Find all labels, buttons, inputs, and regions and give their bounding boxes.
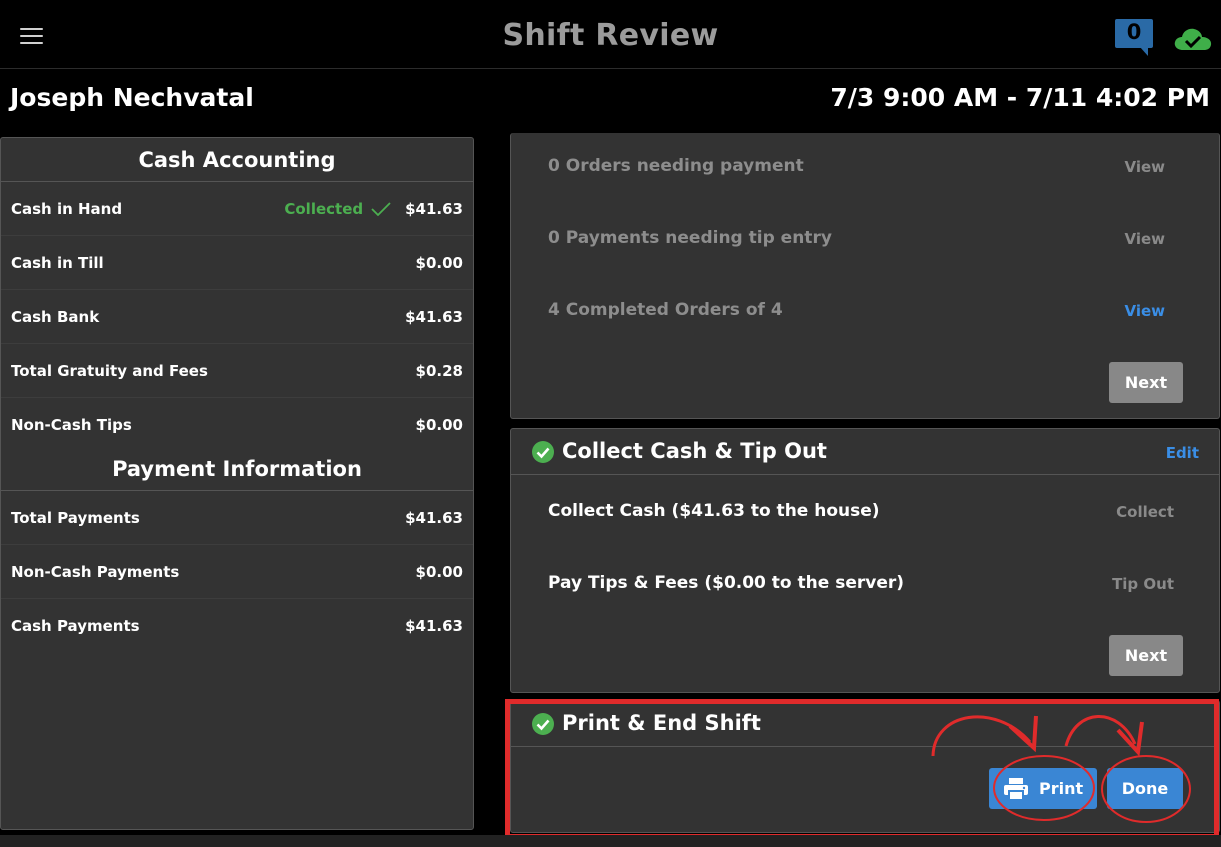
cash-in-hand-row: Cash in Hand Collected $41.63 [1, 182, 473, 236]
card-header: Collect Cash & Tip Out Edit [511, 429, 1219, 475]
view-payments-needing-tip-link[interactable]: View [1124, 230, 1165, 248]
check-icon [371, 201, 391, 216]
top-bar: Shift Review 0 [0, 0, 1221, 69]
completed-orders: 4 Completed Orders of 4 [548, 300, 783, 320]
end-shift-card: Print & End Shift Print Done [510, 700, 1220, 833]
tip-out-link[interactable]: Tip Out [1112, 575, 1174, 593]
pay-tips-item: Pay Tips & Fees ($0.00 to the server) [548, 573, 905, 593]
check-circle-icon [532, 441, 554, 463]
non-cash-tips-row: Non-Cash Tips $0.00 [1, 398, 473, 452]
cash-bank-row: Cash Bank $41.63 [1, 290, 473, 344]
view-orders-needing-payment-link[interactable]: View [1124, 158, 1165, 176]
collected-status: Collected [284, 199, 364, 218]
collect-cash-card: Collect Cash & Tip Out Edit Collect Cash… [510, 428, 1220, 693]
row-label: Non-Cash Payments [11, 562, 180, 581]
print-button[interactable]: Print [989, 768, 1097, 809]
card-header: Print & End Shift [511, 701, 1219, 747]
non-cash-payments-row: Non-Cash Payments $0.00 [1, 545, 473, 599]
message-count: 0 [1126, 20, 1142, 44]
row-label: Cash Payments [11, 617, 140, 635]
summary-panel: Cash Accounting Cash in Hand Collected $… [0, 137, 474, 830]
view-completed-orders-link[interactable]: View [1124, 302, 1165, 320]
card-title: Print & End Shift [562, 711, 761, 735]
edit-link[interactable]: Edit [1166, 444, 1199, 462]
row-value: $0.00 [415, 416, 463, 434]
printer-icon [1004, 778, 1028, 801]
row-label: Cash in Till [11, 253, 104, 272]
row-value: $41.63 [405, 617, 463, 635]
row-value: $41.63 [405, 508, 463, 527]
orders-needing-payment: 0 Orders needing payment [548, 156, 804, 176]
row-value: $0.00 [415, 562, 463, 581]
total-payments-row: Total Payments $41.63 [1, 491, 473, 545]
row-label: Total Payments [11, 508, 140, 527]
row-label: Total Gratuity and Fees [11, 361, 208, 380]
row-value: $41.63 [405, 307, 463, 326]
cash-accounting-title: Cash Accounting [1, 138, 473, 182]
card-title: Collect Cash & Tip Out [562, 439, 827, 463]
cloud-sync-icon [1174, 28, 1212, 50]
messages-icon[interactable]: 0 [1115, 19, 1153, 56]
collect-cash-item: Collect Cash ($41.63 to the house) [548, 501, 880, 521]
payment-information-title: Payment Information [1, 447, 473, 491]
row-value: $41.63 [405, 199, 463, 218]
row-label: Non-Cash Tips [11, 416, 132, 434]
orders-next-button[interactable]: Next [1109, 362, 1183, 403]
row-value: $0.00 [415, 253, 463, 272]
done-button[interactable]: Done [1107, 768, 1183, 809]
gratuity-fees-row: Total Gratuity and Fees $0.28 [1, 344, 473, 398]
orders-card: 0 Orders needing payment View 0 Payments… [510, 133, 1220, 419]
page-title: Shift Review [502, 18, 719, 53]
row-label: Cash Bank [11, 307, 100, 326]
row-value: $0.28 [415, 361, 463, 380]
payments-needing-tip: 0 Payments needing tip entry [548, 228, 832, 248]
collect-next-button[interactable]: Next [1109, 635, 1183, 676]
row-label: Cash in Hand [11, 199, 123, 218]
shift-time-range: 7/3 9:00 AM - 7/11 4:02 PM [830, 83, 1210, 112]
employee-name: Joseph Nechvatal [10, 83, 254, 112]
print-label: Print [1039, 779, 1084, 798]
cash-in-till-row: Cash in Till $0.00 [1, 236, 473, 290]
check-circle-icon [532, 713, 554, 735]
bottom-strip [0, 835, 1221, 847]
collect-link[interactable]: Collect [1116, 503, 1174, 521]
cash-payments-row: Cash Payments $41.63 [1, 599, 473, 653]
